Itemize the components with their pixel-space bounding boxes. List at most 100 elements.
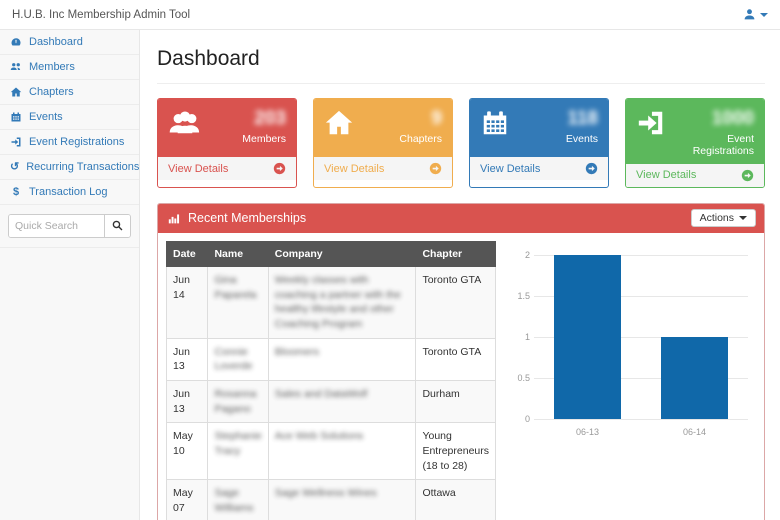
- memberships-table: Date Name Company Chapter Jun 14Gina Pap…: [166, 241, 496, 520]
- y-axis-tick-label: 0.5: [506, 373, 530, 383]
- x-axis-tick-label: 06-13: [534, 427, 641, 437]
- y-axis-tick-label: 0: [506, 414, 530, 424]
- stat-value: 118: [566, 108, 598, 130]
- table-row: Jun 13Connie LoverdeBloomersToronto GTA: [167, 338, 496, 380]
- table-row: Jun 13Rosanna PaganoSales and DataWolfDu…: [167, 380, 496, 422]
- sidebar: Dashboard Members Chapters Events Event …: [0, 30, 140, 520]
- cell-company: Ace Web Solutions: [268, 423, 416, 480]
- cell-date: May 10: [167, 423, 208, 480]
- y-axis-tick-label: 1.5: [506, 291, 530, 301]
- arrow-circle-right-icon: [273, 162, 286, 175]
- stat-label: Chapters: [399, 133, 442, 145]
- panel-title: Recent Memberships: [188, 211, 306, 225]
- stat-card-event-registrations: 1000 Event Registrations View Details: [625, 98, 765, 188]
- arrow-circle-right-icon: [741, 169, 754, 182]
- stat-card-events: 118 Events View Details: [469, 98, 609, 188]
- chevron-down-icon: [739, 216, 747, 220]
- view-details-link[interactable]: View Details: [158, 157, 296, 180]
- sidebar-divider: [0, 247, 139, 248]
- sidebar-item-chapters[interactable]: Chapters: [0, 80, 139, 105]
- cell-chapter: Ottawa: [416, 480, 496, 520]
- y-axis-tick-label: 1: [506, 332, 530, 342]
- stat-cards-row: 203 Members View Details 9 Chapters: [157, 98, 765, 188]
- column-header-date: Date: [167, 241, 208, 266]
- sidebar-item-label: Recurring Transactions: [26, 161, 139, 173]
- sidebar-item-members[interactable]: Members: [0, 55, 139, 80]
- view-details-link[interactable]: View Details: [314, 157, 452, 180]
- user-menu[interactable]: [743, 8, 768, 21]
- main-content: Dashboard 203 Members View Details: [141, 30, 780, 520]
- panel-heading: Recent Memberships Actions: [158, 204, 764, 233]
- column-header-chapter: Chapter: [416, 241, 496, 266]
- users-icon: [10, 61, 22, 73]
- cell-company: Bloomers: [268, 338, 416, 380]
- panel-body: Date Name Company Chapter Jun 14Gina Pap…: [158, 233, 764, 520]
- cell-date: May 07: [167, 480, 208, 520]
- x-axis-tick-label: 06-14: [641, 427, 748, 437]
- cell-company: Weekly classes with coaching a partner w…: [268, 266, 416, 338]
- stat-value: 1000: [666, 108, 754, 130]
- stat-card-chapters: 9 Chapters View Details: [313, 98, 453, 188]
- top-navbar: H.U.B. Inc Membership Admin Tool: [0, 0, 780, 30]
- sidebar-item-label: Chapters: [29, 86, 74, 98]
- cell-chapter: Young Entrepreneurs (18 to 28): [416, 423, 496, 480]
- view-details-link[interactable]: View Details: [626, 164, 764, 187]
- sidebar-item-label: Transaction Log: [29, 186, 107, 198]
- user-icon: [743, 8, 756, 21]
- sidebar-search: [0, 205, 139, 247]
- cell-name: Rosanna Pagano: [208, 380, 268, 422]
- sidebar-item-label: Dashboard: [29, 36, 83, 48]
- cell-name: Stephanie Tracy: [208, 423, 268, 480]
- users-icon: [168, 108, 202, 138]
- home-icon: [10, 86, 22, 98]
- table-row: May 07Sage WilliamsSage Wellness WinesOt…: [167, 480, 496, 520]
- home-icon: [324, 108, 354, 138]
- stat-value: 9: [399, 108, 442, 130]
- search-input[interactable]: [9, 215, 104, 237]
- cell-name: Gina Paparela: [208, 266, 268, 338]
- sidebar-item-label: Members: [29, 61, 75, 73]
- sign-in-icon: [10, 136, 22, 148]
- calendar-icon: [10, 111, 22, 123]
- bar-chart-icon: [168, 212, 181, 225]
- arrow-circle-right-icon: [585, 162, 598, 175]
- column-header-company: Company: [268, 241, 416, 266]
- cell-company: Sage Wellness Wines: [268, 480, 416, 520]
- y-axis-tick-label: 2: [506, 250, 530, 260]
- calendar-icon: [480, 108, 510, 138]
- app-title: H.U.B. Inc Membership Admin Tool: [12, 9, 190, 21]
- sidebar-item-events[interactable]: Events: [0, 105, 139, 130]
- sign-in-icon: [636, 108, 666, 138]
- cell-chapter: Toronto GTA: [416, 338, 496, 380]
- cell-chapter: Toronto GTA: [416, 266, 496, 338]
- actions-button[interactable]: Actions: [691, 209, 756, 227]
- column-header-name: Name: [208, 241, 268, 266]
- history-icon: ↺: [10, 162, 19, 173]
- arrow-circle-right-icon: [429, 162, 442, 175]
- dashboard-gauge-icon: [10, 36, 22, 48]
- sidebar-item-label: Events: [29, 111, 63, 123]
- cell-chapter: Durham: [416, 380, 496, 422]
- search-icon: [112, 219, 123, 234]
- chart-bar-06-14: [661, 337, 727, 419]
- page-title: Dashboard: [157, 44, 765, 84]
- cell-date: Jun 13: [167, 380, 208, 422]
- table-header-row: Date Name Company Chapter: [167, 241, 496, 266]
- stat-value: 203: [242, 108, 286, 130]
- search-button[interactable]: [104, 215, 130, 237]
- sidebar-item-event-registrations[interactable]: Event Registrations: [0, 130, 139, 155]
- cell-company: Sales and DataWolf: [268, 380, 416, 422]
- memberships-bar-chart: 0 0.5 1 1.5 2 06-1306-14: [506, 245, 756, 445]
- cell-date: Jun 14: [167, 266, 208, 338]
- table-row: Jun 14Gina PaparelaWeekly classes with c…: [167, 266, 496, 338]
- chart-gridline: [534, 419, 748, 420]
- view-details-link[interactable]: View Details: [470, 157, 608, 180]
- chart-bar-06-13: [554, 255, 620, 419]
- sidebar-item-recurring-transactions[interactable]: ↺ Recurring Transactions: [0, 155, 139, 180]
- stat-label: Event Registrations: [666, 133, 754, 157]
- cell-name: Sage Williams: [208, 480, 268, 520]
- stat-label: Members: [242, 133, 286, 145]
- sidebar-item-transaction-log[interactable]: $ Transaction Log: [0, 180, 139, 205]
- cell-date: Jun 13: [167, 338, 208, 380]
- sidebar-item-dashboard[interactable]: Dashboard: [0, 30, 139, 55]
